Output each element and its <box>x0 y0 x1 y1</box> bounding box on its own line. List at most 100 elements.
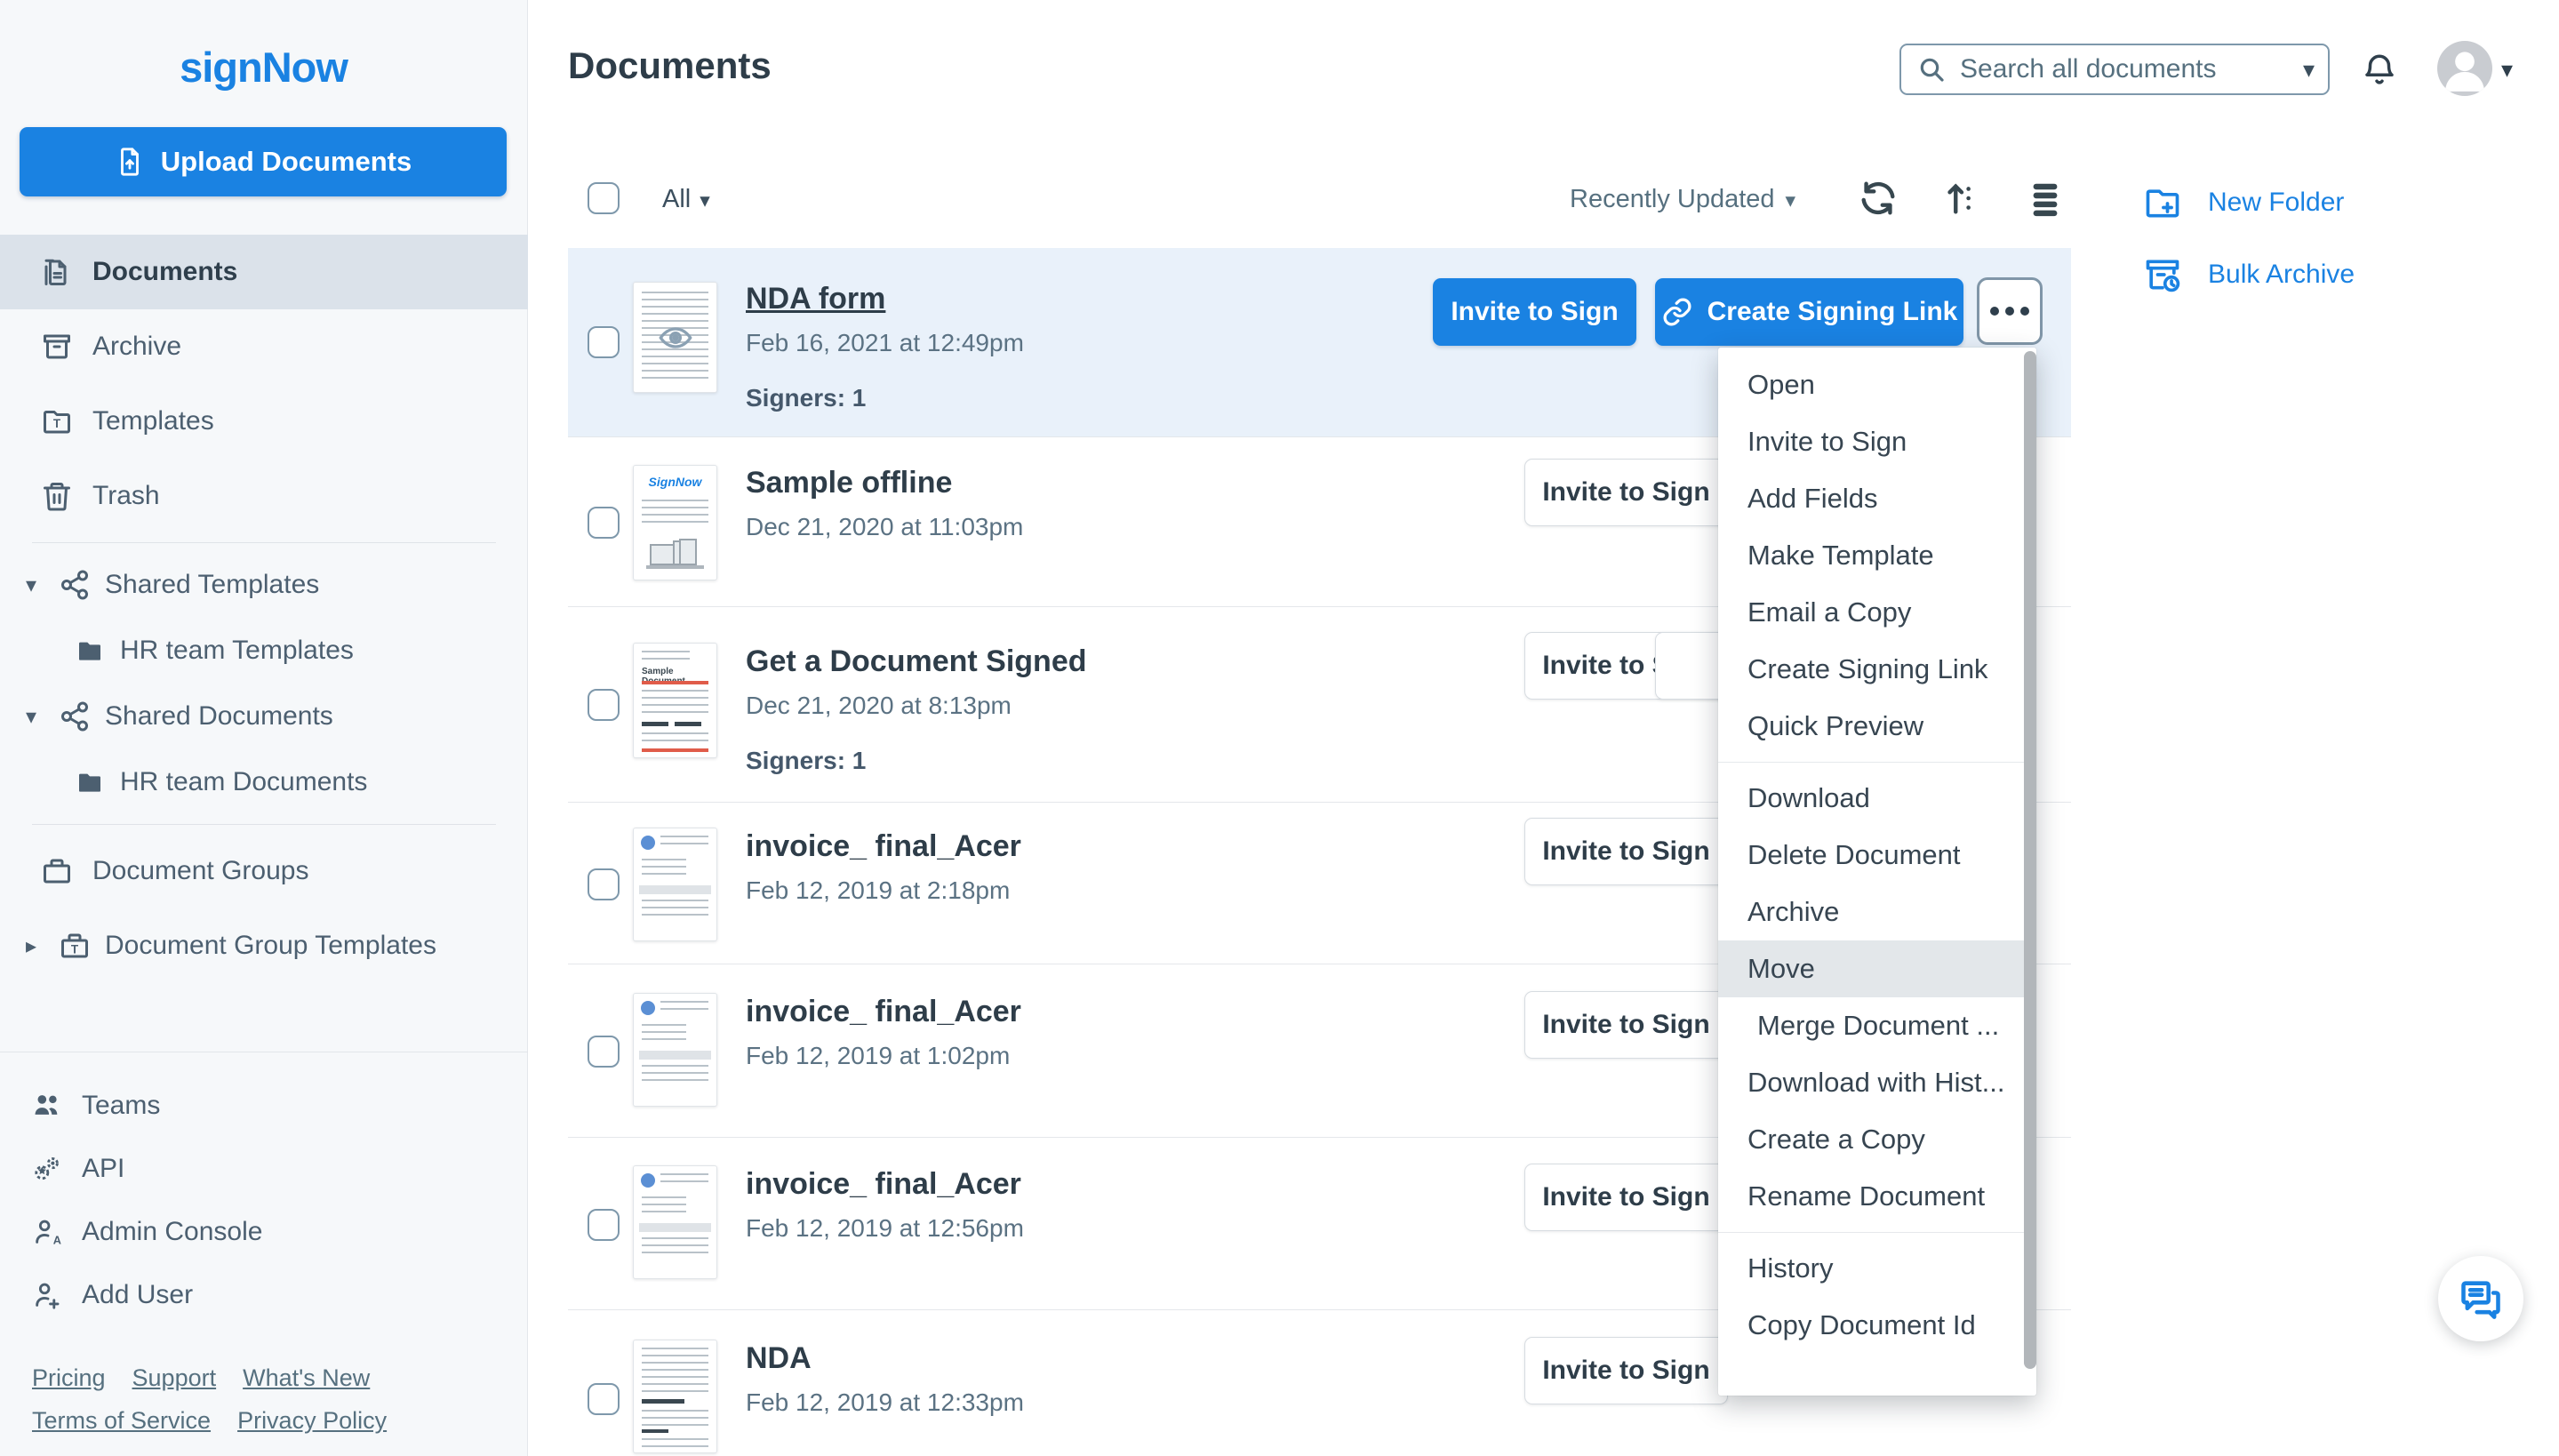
menu-item-add-fields[interactable]: Add Fields <box>1718 470 2036 527</box>
sidebar-item-teams[interactable]: Teams <box>0 1074 528 1137</box>
invite-to-sign-button[interactable]: Invite to Sign <box>1433 278 1636 346</box>
documents-icon <box>41 256 73 288</box>
link-privacy[interactable]: Privacy Policy <box>237 1407 387 1434</box>
link-icon <box>1661 296 1693 328</box>
refresh-icon[interactable] <box>1858 178 1899 219</box>
svg-text:T: T <box>71 942 79 956</box>
document-title[interactable]: invoice_ final_Acer <box>746 995 1021 1029</box>
invite-to-sign-button[interactable]: Invite to Sign <box>1524 459 1728 526</box>
menu-item-quick-preview[interactable]: Quick Preview <box>1718 698 2036 755</box>
filter-all-dropdown[interactable]: All▾ <box>662 185 710 214</box>
menu-item-merge-document[interactable]: Merge Document ... <box>1718 997 2036 1054</box>
sidebar-item-label: Trash <box>92 481 160 511</box>
sidebar-item-label: Document Groups <box>92 856 308 886</box>
menu-item-invite-to-sign[interactable]: Invite to Sign <box>1718 413 2036 470</box>
document-thumbnail-invoice[interactable] <box>633 993 717 1107</box>
sort-label: Recently Updated <box>1570 185 1775 213</box>
menu-item-archive[interactable]: Archive <box>1718 884 2036 940</box>
create-signing-link-button[interactable]: Create Signing Link <box>1655 278 1963 346</box>
row-checkbox[interactable] <box>588 1383 620 1415</box>
sidebar-item-add-user[interactable]: Add User <box>0 1263 528 1326</box>
sidebar-item-api[interactable]: API <box>0 1137 528 1200</box>
document-signers: Signers: 1 <box>746 384 1024 412</box>
menu-item-create-a-copy[interactable]: Create a Copy <box>1718 1111 2036 1168</box>
menu-item-open[interactable]: Open <box>1718 356 2036 413</box>
document-thumbnail-sample-offline[interactable]: SignNow <box>633 465 717 580</box>
link-whats-new[interactable]: What's New <box>243 1364 370 1391</box>
row-checkbox[interactable] <box>588 1209 620 1241</box>
upload-file-icon <box>115 147 145 177</box>
document-title[interactable]: Sample offline <box>746 466 1023 500</box>
menu-item-history[interactable]: History <box>1718 1240 2036 1297</box>
link-pricing[interactable]: Pricing <box>32 1364 106 1391</box>
sidebar-item-hr-team-documents[interactable]: HR team Documents <box>0 749 528 815</box>
chat-fab-button[interactable] <box>2438 1256 2523 1341</box>
invite-to-sign-button[interactable]: Invite to Sign <box>1524 818 1728 885</box>
sort-dropdown[interactable]: Recently Updated▾ <box>1570 185 1795 214</box>
list-density-icon[interactable] <box>2025 178 2066 219</box>
document-date: Feb 12, 2019 at 1:02pm <box>746 1042 1021 1070</box>
search-input[interactable] <box>1960 54 2303 84</box>
sidebar-item-document-groups[interactable]: Document Groups <box>0 834 528 908</box>
new-folder-button[interactable]: New Folder <box>2140 183 2344 222</box>
sort-order-icon[interactable] <box>1940 178 1981 219</box>
invite-to-sign-button[interactable]: Invite to Sign <box>1524 1164 1728 1231</box>
link-support[interactable]: Support <box>132 1364 217 1391</box>
sidebar-item-admin-console[interactable]: A Admin Console <box>0 1200 528 1263</box>
chevron-down-icon[interactable]: ▾ <box>18 572 44 598</box>
row-checkbox[interactable] <box>588 868 620 900</box>
sidebar-item-label: Archive <box>92 332 181 362</box>
menu-item-download[interactable]: Download <box>1718 770 2036 827</box>
link-terms[interactable]: Terms of Service <box>32 1407 211 1434</box>
sidebar-item-trash[interactable]: Trash <box>0 459 528 533</box>
sidebar-item-templates[interactable]: T Templates <box>0 384 528 459</box>
menu-item-move[interactable]: Move <box>1718 940 2036 997</box>
row-checkbox[interactable] <box>588 326 620 358</box>
document-thumbnail-invoice[interactable] <box>633 828 717 941</box>
admin-user-icon: A <box>32 1217 62 1247</box>
invite-to-sign-button[interactable]: Invite to Sign <box>1524 991 1728 1059</box>
avatar[interactable] <box>2437 41 2492 96</box>
new-folder-icon <box>2140 183 2185 222</box>
sidebar-item-hr-team-templates[interactable]: HR team Templates <box>0 618 528 684</box>
document-title[interactable]: invoice_ final_Acer <box>746 1167 1024 1202</box>
document-thumbnail-invoice[interactable] <box>633 1165 717 1279</box>
sidebar-item-shared-templates[interactable]: ▾ Shared Templates <box>0 552 528 618</box>
account-caret-icon[interactable]: ▾ <box>2501 56 2513 84</box>
sidebar-divider <box>32 824 496 825</box>
document-date: Feb 12, 2019 at 12:33pm <box>746 1388 1024 1417</box>
menu-item-delete-document[interactable]: Delete Document <box>1718 827 2036 884</box>
sidebar-item-archive[interactable]: Archive <box>0 309 528 384</box>
menu-item-make-template[interactable]: Make Template <box>1718 527 2036 584</box>
row-checkbox[interactable] <box>588 1036 620 1068</box>
more-options-button[interactable] <box>1977 277 2043 345</box>
menu-item-copy-document-id[interactable]: Copy Document Id <box>1718 1297 2036 1354</box>
search-scope-caret-icon[interactable]: ▾ <box>2303 56 2315 84</box>
document-title[interactable]: Get a Document Signed <box>746 644 1087 679</box>
document-title[interactable]: NDA <box>746 1341 1024 1376</box>
menu-item-rename-document[interactable]: Rename Document <box>1718 1168 2036 1225</box>
sidebar-item-document-group-templates[interactable]: ▸ T Document Group Templates <box>0 908 528 983</box>
notifications-bell-icon[interactable] <box>2361 51 2398 90</box>
document-thumbnail-nda-form[interactable] <box>633 282 717 393</box>
chevron-down-icon[interactable]: ▾ <box>18 704 44 730</box>
menu-item-email-a-copy[interactable]: Email a Copy <box>1718 584 2036 641</box>
document-thumbnail-sample-document[interactable]: Sample Document <box>633 643 717 758</box>
sidebar-item-documents[interactable]: Documents <box>0 235 528 309</box>
brand-logo: signNow <box>0 43 527 92</box>
row-checkbox[interactable] <box>588 689 620 721</box>
menu-item-create-signing-link[interactable]: Create Signing Link <box>1718 641 2036 698</box>
row-checkbox[interactable] <box>588 507 620 539</box>
sidebar-bottom: Teams API A Admin Console Add User <box>0 1052 528 1442</box>
sidebar-item-shared-documents[interactable]: ▾ Shared Documents <box>0 684 528 749</box>
menu-item-download-with-history[interactable]: Download with Hist... <box>1718 1054 2036 1111</box>
select-all-checkbox[interactable] <box>588 182 620 214</box>
bulk-archive-button[interactable]: Bulk Archive <box>2140 255 2355 294</box>
document-title[interactable]: NDA form <box>746 282 1024 316</box>
upload-documents-button[interactable]: Upload Documents <box>20 127 507 196</box>
menu-scrollbar[interactable] <box>2024 351 2036 1369</box>
document-thumbnail-nda[interactable] <box>633 1340 717 1453</box>
invite-to-sign-button[interactable]: Invite to Sign <box>1524 1337 1728 1404</box>
chevron-right-icon[interactable]: ▸ <box>18 933 44 959</box>
document-title[interactable]: invoice_ final_Acer <box>746 829 1021 864</box>
